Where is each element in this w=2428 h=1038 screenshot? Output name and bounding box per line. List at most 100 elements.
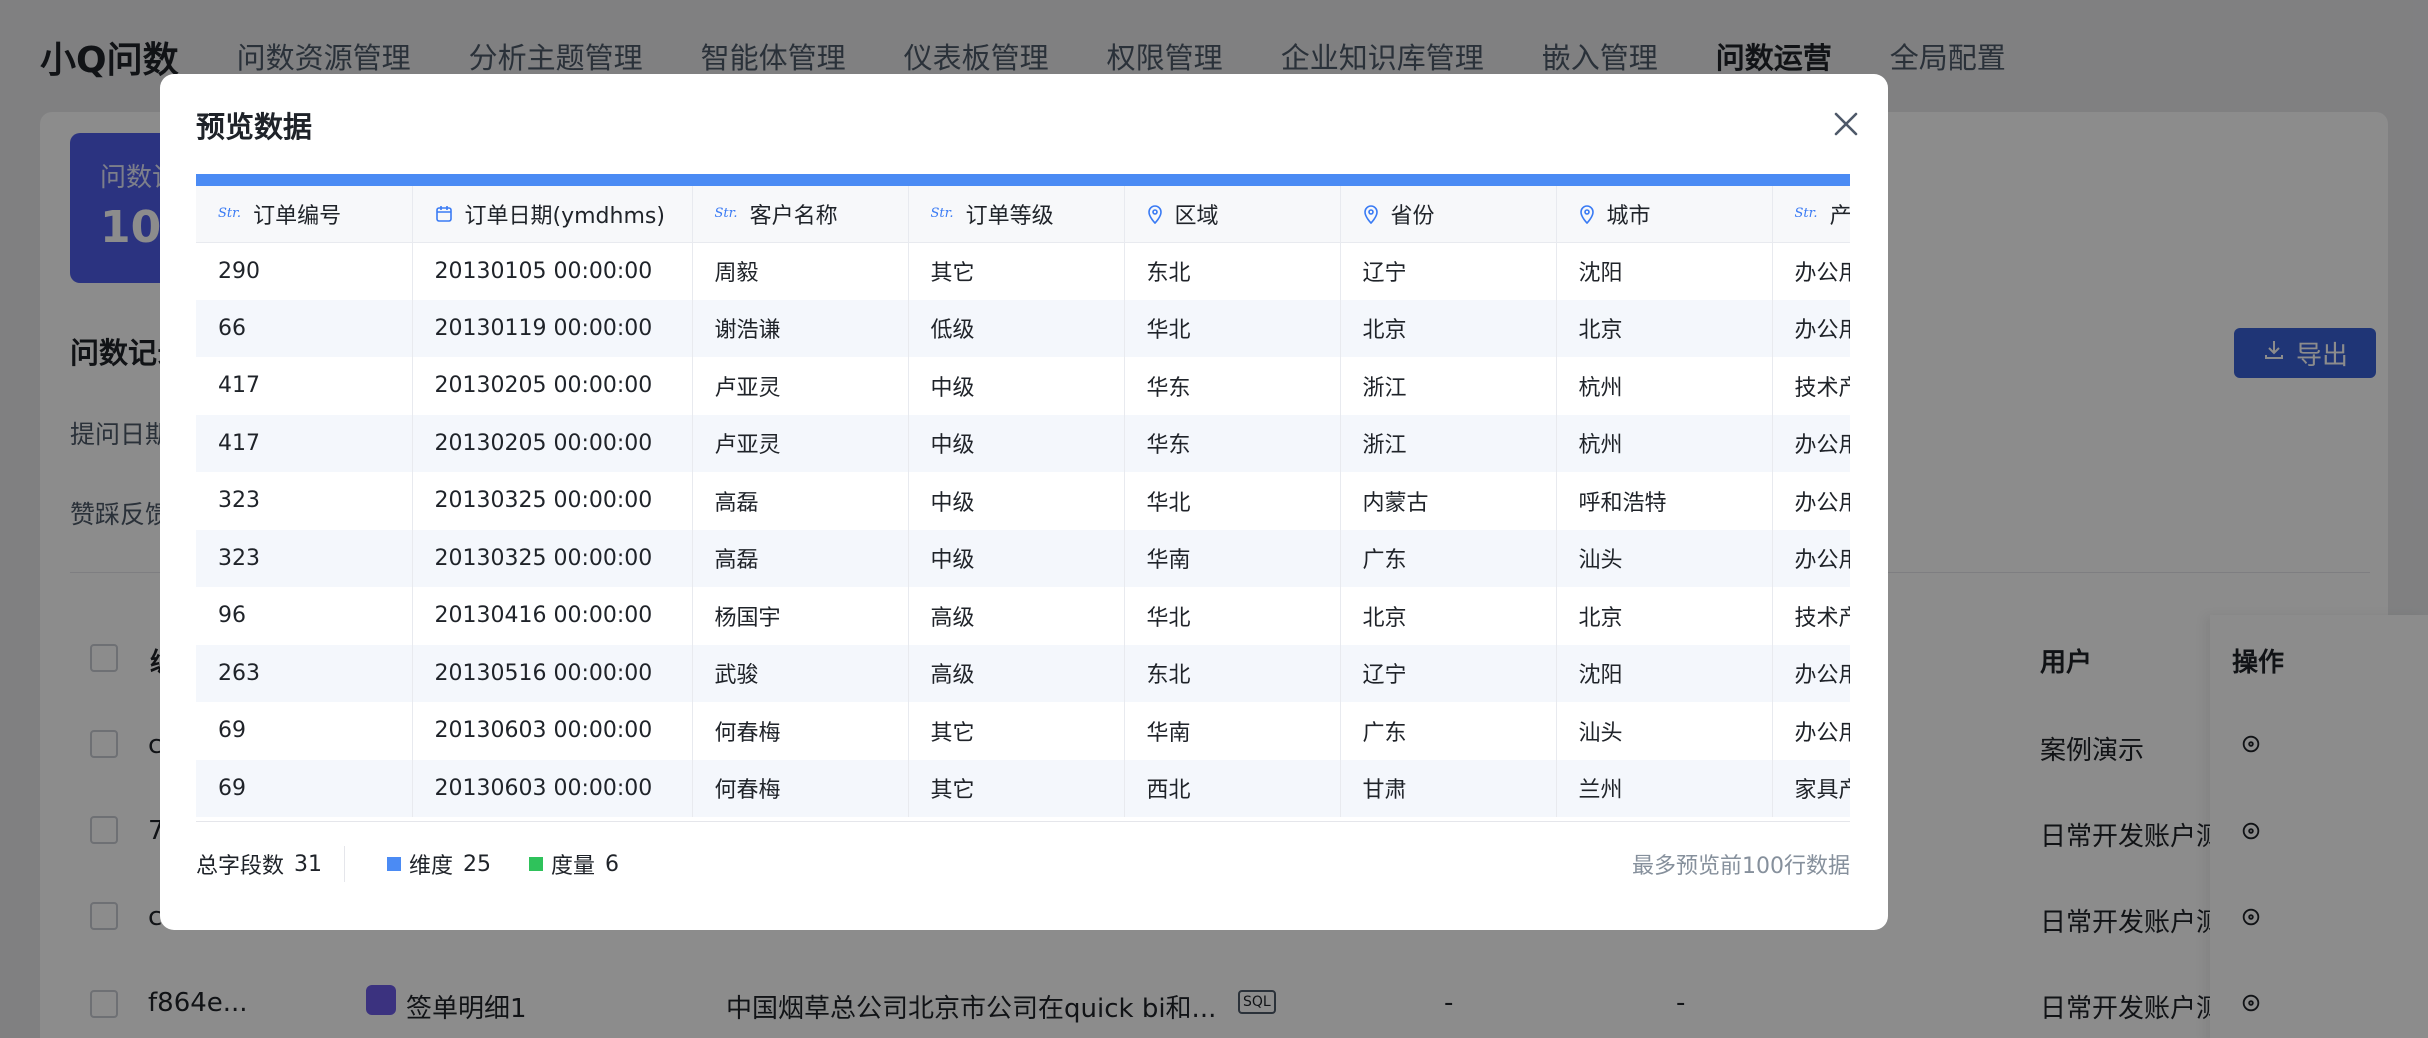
measure-label: 度量 [551,854,596,879]
table-cell: 杭州 [1556,414,1773,472]
table-cell: 办公用品 [1772,299,1850,357]
column-header[interactable]: 城市 [1556,186,1773,243]
column-header[interactable]: 区域 [1124,186,1341,243]
measure-swatch [529,857,544,871]
table-cell: 浙江 [1340,357,1557,415]
table-row: 32320130325 00:00:00高磊中级华南广东汕头办公用品 [196,529,1850,587]
table-row: 6920130603 00:00:00何春梅其它西北甘肃兰州家具产品 [196,759,1850,817]
table-cell: 20130325 00:00:00 [412,529,693,587]
table-row: 9620130416 00:00:00杨国宇高级华北北京北京技术产品 [196,587,1850,645]
modal-title: 预览数据 [196,110,313,144]
table-cell: 汕头 [1556,702,1773,760]
table-cell: 何春梅 [692,702,909,760]
table-cell: 69 [196,702,413,760]
table-cell: 290 [196,242,413,300]
table-cell: 内蒙古 [1340,472,1557,530]
calendar-icon [435,205,453,223]
table-cell: 20130603 00:00:00 [412,759,693,817]
location-pin-icon [1363,204,1379,224]
table-cell: 东北 [1124,644,1341,702]
table-cell: 广东 [1340,529,1557,587]
dimension-count: 25 [463,851,492,877]
table-cell: 北京 [1340,587,1557,645]
string-type-icon: Str. [218,206,242,222]
table-cell: 417 [196,414,413,472]
table-cell: 华东 [1124,357,1341,415]
table-cell: 其它 [908,759,1125,817]
location-pin-icon [1579,204,1595,224]
table-cell: 办公用品 [1772,472,1850,530]
table-cell: 低级 [908,299,1125,357]
table-cell: 沈阳 [1556,242,1773,300]
table-cell: 华北 [1124,299,1341,357]
table-cell: 华东 [1124,414,1341,472]
measure-count: 6 [605,851,620,877]
table-cell: 20130205 00:00:00 [412,414,693,472]
table-cell: 323 [196,472,413,530]
table-cell: 汕头 [1556,529,1773,587]
table-cell: 20130325 00:00:00 [412,472,693,530]
table-cell: 323 [196,529,413,587]
table-cell: 其它 [908,702,1125,760]
column-header[interactable]: 订单日期(ymdhms) [412,186,693,243]
table-cell: 办公用品 [1772,529,1850,587]
table-cell: 东北 [1124,242,1341,300]
table-cell: 办公用品 [1772,414,1850,472]
measure-legend: 度量 6 [529,848,619,880]
table-cell: 北京 [1556,299,1773,357]
table-cell: 广东 [1340,702,1557,760]
table-cell: 家具产品 [1772,759,1850,817]
column-header[interactable]: Str. 客户名称 [692,186,909,243]
table-cell: 办公用品 [1772,702,1850,760]
table-cell: 中级 [908,529,1125,587]
column-header[interactable]: Str.产品类型 [1772,186,1850,243]
table-header-row: Str. 订单编号 订单日期(ymdhms) Str. 客户名称 Str. 订单等级 … [196,186,1850,243]
table-cell: 何春梅 [692,759,909,817]
table-cell: 兰州 [1556,759,1773,817]
table-cell: 技术产品 [1772,357,1850,415]
table-cell: 69 [196,759,413,817]
table-row: 26320130516 00:00:00武骏高级东北辽宁沈阳办公用品 [196,644,1850,702]
table-cell: 杨国宇 [692,587,909,645]
table-cell: 20130205 00:00:00 [412,357,693,415]
table-cell: 卢亚灵 [692,357,909,415]
table-cell: 20130105 00:00:00 [412,242,693,300]
preview-table-container[interactable]: Str. 订单编号 订单日期(ymdhms) Str. 客户名称 Str. 订单等级 … [196,174,1850,822]
close-icon[interactable] [1828,106,1864,142]
dimension-legend: 维度 25 [387,848,491,880]
table-accent-bar [196,174,1850,186]
table-cell: 高级 [908,587,1125,645]
preview-modal: 预览数据 Str. 订单编号 订单日期(ymdhms) Str. 客户名称 Str.… [160,74,1888,930]
table-cell: 华南 [1124,529,1341,587]
table-cell: 办公用品 [1772,242,1850,300]
string-type-icon: Str. [1794,206,1818,222]
table-cell: 武骏 [692,644,909,702]
total-fields-label: 总字段数 [196,854,285,879]
table-cell: 中级 [908,472,1125,530]
dimension-swatch [387,857,402,871]
table-cell: 辽宁 [1340,644,1557,702]
string-type-icon: Str. [930,206,954,222]
table-cell: 办公用品 [1772,644,1850,702]
table-cell: 263 [196,644,413,702]
location-pin-icon [1147,204,1163,224]
table-cell: 沈阳 [1556,644,1773,702]
table-cell: 华北 [1124,472,1341,530]
table-row: 32320130325 00:00:00高磊中级华北内蒙古呼和浩特办公用品 [196,472,1850,530]
table-cell: 北京 [1340,299,1557,357]
total-fields-value: 31 [294,851,323,877]
table-cell: 甘肃 [1340,759,1557,817]
table-cell: 华南 [1124,702,1341,760]
table-cell: 高磊 [692,472,909,530]
column-header[interactable]: Str. 订单编号 [196,186,413,243]
column-header[interactable]: 省份 [1340,186,1557,243]
table-cell: 高级 [908,644,1125,702]
table-cell: 20130416 00:00:00 [412,587,693,645]
table-row: 6620130119 00:00:00谢浩谦低级华北北京北京办公用品 [196,299,1850,357]
table-cell: 北京 [1556,587,1773,645]
table-cell: 20130603 00:00:00 [412,702,693,760]
table-cell: 卢亚灵 [692,414,909,472]
column-header[interactable]: Str. 订单等级 [908,186,1125,243]
table-cell: 华北 [1124,587,1341,645]
table-row: 29020130105 00:00:00周毅其它东北辽宁沈阳办公用品 [196,242,1850,300]
